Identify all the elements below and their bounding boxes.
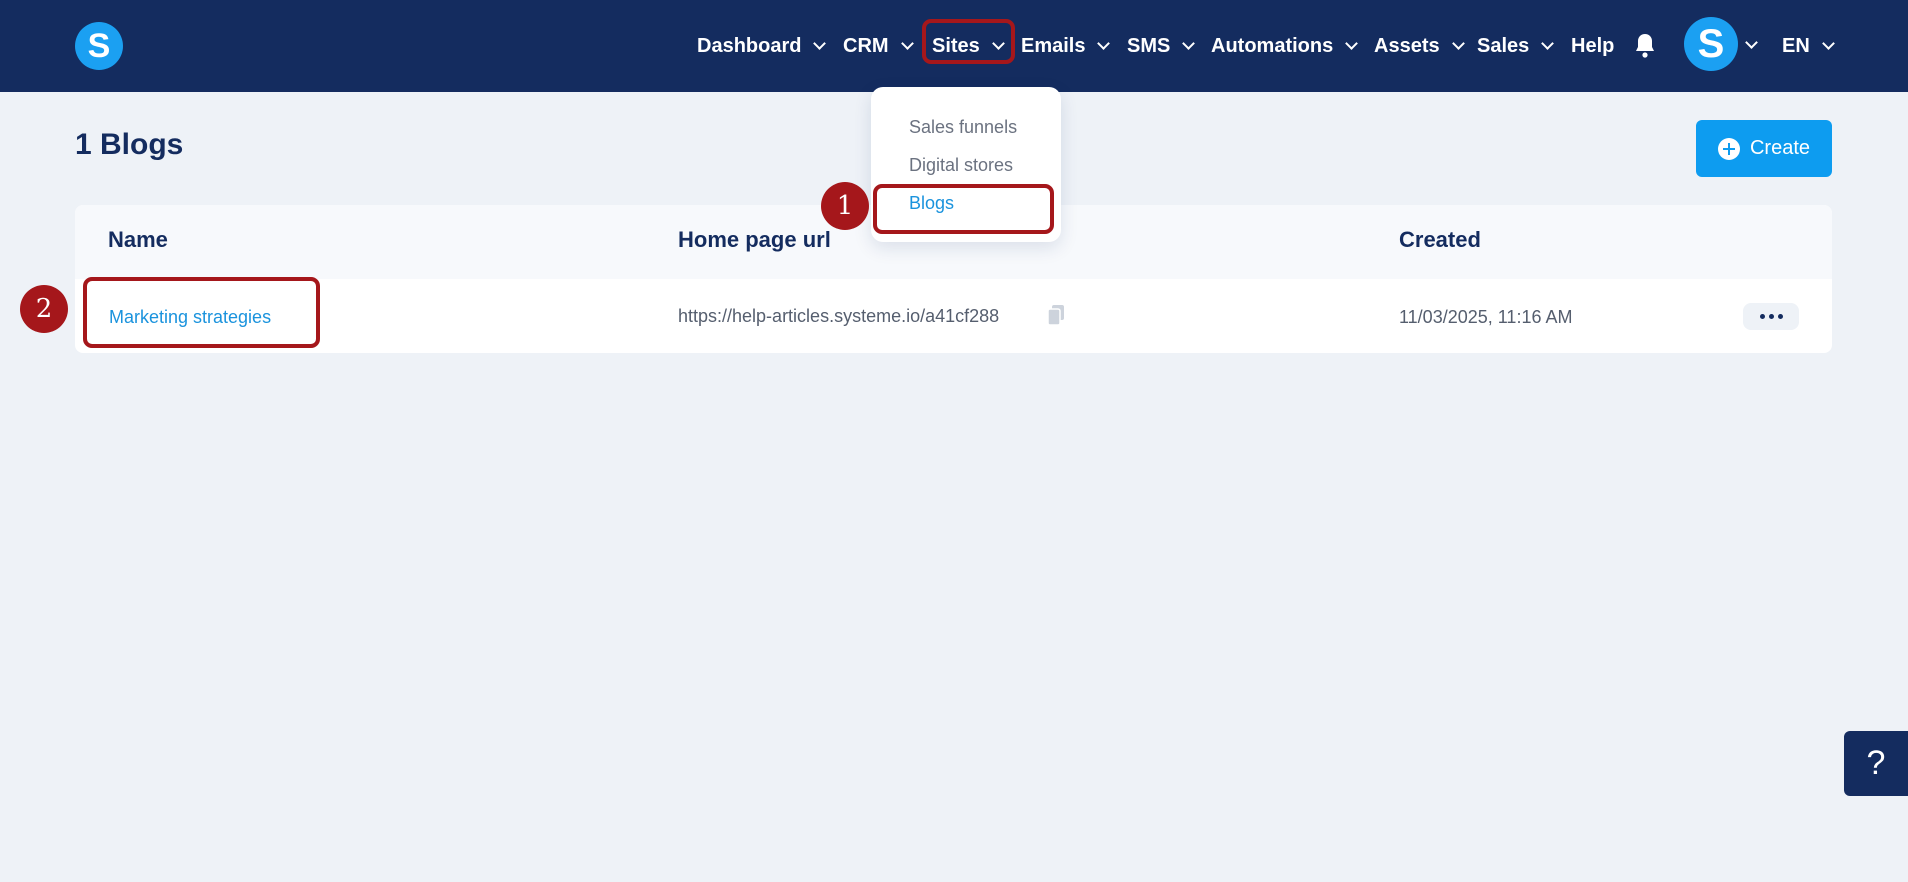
- nav-automations[interactable]: Automations: [1211, 0, 1359, 92]
- column-header-url: Home page url: [678, 227, 831, 252]
- blog-url: https://help-articles.systeme.io/a41cf28…: [678, 306, 1000, 326]
- blog-created-date: 11/03/2025, 11:16 AM: [1399, 307, 1573, 327]
- menu-item-digital-stores[interactable]: Digital stores: [909, 155, 1013, 176]
- language-selector[interactable]: EN: [1782, 0, 1835, 92]
- nav-automations-label: Automations: [1211, 34, 1334, 57]
- help-widget-button[interactable]: ?: [1844, 731, 1908, 796]
- nav-sales[interactable]: Sales: [1477, 0, 1555, 92]
- create-label: Create: [1749, 137, 1811, 159]
- plus-circle-icon: [1717, 137, 1740, 160]
- highlight-blog-row: [83, 277, 320, 348]
- nav-emails[interactable]: Emails: [1021, 0, 1111, 92]
- chevron-down-icon: [900, 36, 914, 50]
- step-marker-1: 1: [821, 182, 869, 230]
- language-label: EN: [1782, 34, 1810, 57]
- more-actions-button[interactable]: [1743, 303, 1799, 330]
- page-title: 1 Blogs: [75, 128, 184, 161]
- dot-icon: [1759, 314, 1765, 319]
- chevron-down-icon: [1821, 36, 1835, 50]
- dot-icon: [1777, 314, 1783, 319]
- menu-item-sales-funnels[interactable]: Sales funnels: [909, 117, 1017, 138]
- column-header-name: Name: [108, 227, 168, 252]
- highlight-blogs: [873, 184, 1054, 234]
- chevron-down-icon: [813, 36, 827, 50]
- copy-icon[interactable]: [1047, 304, 1065, 326]
- chevron-down-icon[interactable]: [1745, 36, 1758, 49]
- nav-sms[interactable]: SMS: [1127, 0, 1196, 92]
- nav-help[interactable]: Help: [1571, 0, 1614, 92]
- nav-crm[interactable]: CRM: [843, 0, 914, 92]
- chevron-down-icon: [1541, 36, 1555, 50]
- nav-dashboard-label: Dashboard: [697, 34, 802, 57]
- step-marker-2: 2: [20, 285, 68, 333]
- nav-help-label: Help: [1571, 34, 1615, 57]
- nav-dashboard[interactable]: Dashboard: [697, 0, 827, 92]
- nav-crm-label: CRM: [843, 34, 889, 57]
- highlight-sites: [922, 19, 1015, 64]
- avatar[interactable]: S: [1684, 17, 1738, 71]
- nav-sms-label: SMS: [1127, 34, 1171, 57]
- dot-icon: [1768, 314, 1774, 319]
- column-header-created: Created: [1399, 227, 1481, 252]
- chevron-down-icon: [1451, 36, 1465, 50]
- nav-emails-label: Emails: [1021, 34, 1086, 57]
- nav-sales-label: Sales: [1477, 34, 1530, 57]
- nav-assets-label: Assets: [1374, 34, 1440, 57]
- bell-icon[interactable]: [1633, 32, 1657, 58]
- chevron-down-icon: [1182, 36, 1196, 50]
- chevron-down-icon: [1345, 36, 1359, 50]
- nav-assets[interactable]: Assets: [1374, 0, 1465, 92]
- systeme-logo[interactable]: S: [75, 22, 123, 70]
- create-button[interactable]: Create: [1696, 120, 1832, 177]
- chevron-down-icon: [1097, 36, 1111, 50]
